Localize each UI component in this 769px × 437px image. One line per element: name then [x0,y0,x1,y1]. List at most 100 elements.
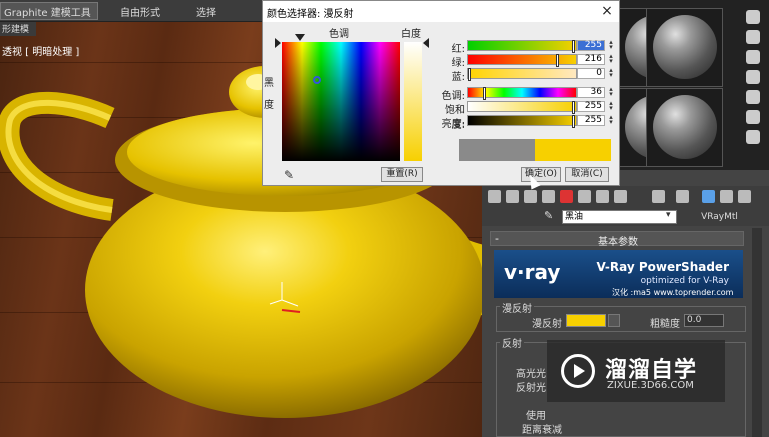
show-end-result-icon[interactable] [676,190,689,203]
eyedropper-icon[interactable]: ✎ [544,209,553,222]
make-unique-icon[interactable] [578,190,591,203]
distance-falloff-label: 距离衰减 [522,425,562,436]
rollout-title: 基本参数 [598,237,638,248]
roughness-label: 粗糙度 [650,319,680,330]
material-toolbar [482,186,769,208]
basic-params-rollout[interactable]: - 基本参数 [490,231,744,248]
material-name-field[interactable]: 黑油 [562,210,677,224]
assign-material-icon[interactable] [524,190,537,203]
blackness-marker-icon[interactable] [275,38,281,48]
original-color-swatch[interactable] [459,139,535,161]
delete-icon[interactable] [560,190,573,203]
slider-label: 蓝: [451,72,465,83]
cancel-button[interactable]: 取消(C) [565,167,609,182]
sample-sphere [653,15,717,79]
hue-marker-icon[interactable] [295,34,305,41]
diffuse-label: 漫反射 [532,319,562,330]
slider-thumb[interactable] [572,115,575,128]
slider-value-input[interactable]: 255 [577,101,605,112]
go-forward-icon[interactable] [720,190,733,203]
tab-freeform[interactable]: 自由形式 [120,4,160,19]
spinner-icon[interactable]: ▴ ▾ [607,67,615,79]
slider-value-input[interactable]: 0 [577,68,605,79]
get-material-icon[interactable] [488,190,501,203]
spinner-icon[interactable]: ▴ ▾ [607,39,615,51]
material-slot[interactable] [646,88,723,167]
slider-track[interactable] [467,87,577,100]
whiteness-marker-icon[interactable] [423,38,429,48]
tab-selection[interactable]: 选择 [196,4,216,19]
watermark-url: ZIXUE.3D66.COM [607,380,694,391]
sample-type-icon[interactable] [746,10,760,24]
dialog-titlebar[interactable]: 颜色选择器: 漫反射 × [263,1,619,22]
slider-thumb[interactable] [482,87,486,100]
slider-track[interactable] [467,68,577,81]
whiteness-label: 白度 [401,29,421,40]
select-by-material-icon[interactable] [738,190,751,203]
put-to-scene-icon[interactable] [506,190,519,203]
spinner-icon[interactable]: ▴ ▾ [607,86,615,98]
vray-subtitle: optimized for V-Ray [640,276,729,286]
use-label: 使用 [526,411,546,422]
spinner-icon[interactable]: ▴ ▾ [607,53,615,65]
slider-track[interactable] [467,54,577,67]
slider-thumb[interactable] [556,54,560,67]
slider-value-input[interactable]: 36 [577,87,605,98]
subtab-polygon-modeling[interactable]: 形建模 [0,22,36,36]
video-check-icon[interactable] [746,90,760,104]
spectrum-cursor[interactable] [313,76,321,84]
vray-logo: v·ray [504,260,561,284]
put-to-library-icon[interactable] [596,190,609,203]
tab-graphite-modeling[interactable]: Graphite 建模工具 [4,4,91,19]
slider-thumb[interactable] [572,40,575,53]
material-type-button[interactable]: VRayMtl [687,210,752,224]
slider-thumb[interactable] [572,101,575,114]
reflect-glossiness-label: 反射光 [516,383,546,394]
options-icon[interactable] [746,130,760,144]
background-icon[interactable] [746,50,760,64]
color-picker-dialog: 颜色选择器: 漫反射 × 色调 白度 黑度 ✎ 红: 255 ▴ ▾ 绿: 216 ▴ ▾ 蓝:… [262,0,620,186]
make-preview-icon[interactable] [746,110,760,124]
material-slot[interactable] [646,8,723,87]
slider-value-input[interactable]: 255 [577,115,605,126]
show-map-icon[interactable] [652,190,665,203]
whiteness-bar[interactable] [404,42,422,161]
viewport-label[interactable]: 透视 [ 明暗处理 ] [0,42,81,59]
hilight-glossiness-label: 高光光 [516,369,546,380]
spinner-icon[interactable]: ▴ ▾ [607,100,615,112]
roughness-input[interactable]: 0.0 [684,314,724,327]
watermark: 溜溜自学 ZIXUE.3D66.COM [547,340,725,402]
ribbon-toolbar: Graphite 建模工具 自由形式 选择 [0,0,262,22]
spinner-icon[interactable]: ▴ ▾ [607,114,615,126]
backlight-icon[interactable] [746,30,760,44]
new-color-swatch[interactable] [535,139,611,161]
slider-label: 绿: [451,58,465,69]
slider-track[interactable] [467,101,577,114]
hue-blackness-spectrum[interactable] [282,42,400,161]
play-logo-icon [561,354,595,388]
material-id-icon[interactable] [614,190,627,203]
slider-value-input[interactable]: 255 [577,40,605,51]
go-to-parent-icon[interactable] [702,190,715,203]
material-name-row: ✎ 黑油 ▾ VRayMtl [482,208,769,226]
uv-tiling-icon[interactable] [746,70,760,84]
close-icon[interactable]: × [599,3,615,19]
diffuse-group-label: 漫反射 [500,300,534,315]
panel-scrollbar[interactable] [752,228,762,437]
vray-banner: v·ray V-Ray PowerShader optimized for V-… [494,250,743,298]
vray-title: V-Ray PowerShader [596,260,729,274]
eyedropper-icon[interactable]: ✎ [284,168,298,182]
diffuse-color-swatch[interactable] [566,314,606,327]
slider-track[interactable] [467,40,577,53]
diffuse-map-button[interactable] [608,314,620,327]
slider-thumb[interactable] [468,68,471,81]
reset-icon[interactable] [542,190,555,203]
slider-track[interactable] [467,115,577,128]
slider-label: 亮度: [441,119,465,130]
slider-label: 色调: [441,91,465,102]
reset-button[interactable]: 重置(R) [381,167,423,182]
chevron-down-icon[interactable]: ▾ [666,210,671,220]
sample-side-toolbar [742,8,764,168]
vray-credit: 汉化 :ma5 www.toprender.com [612,288,734,297]
slider-value-input[interactable]: 216 [577,54,605,65]
